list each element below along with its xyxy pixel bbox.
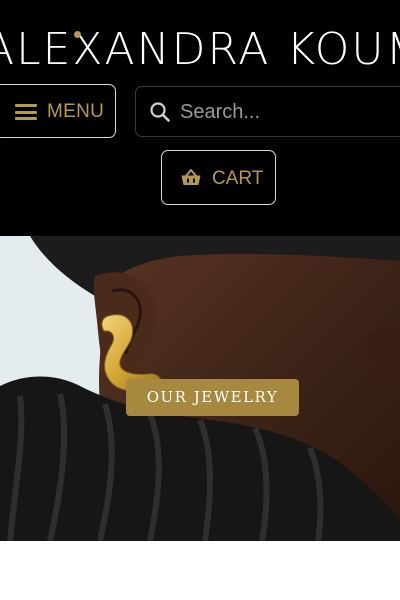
menu-label: MENU <box>47 101 105 122</box>
site-header: ALEXANDRA KOUMBA MENU CART <box>0 0 400 236</box>
logo-dot <box>74 31 81 38</box>
cart-label: CART <box>212 168 264 189</box>
search-icon <box>150 102 170 122</box>
search-input[interactable] <box>180 96 400 128</box>
menu-button[interactable]: MENU <box>0 84 116 138</box>
basket-icon <box>181 169 201 185</box>
cart-button[interactable]: CART <box>161 150 276 205</box>
brand-logo[interactable]: ALEXANDRA KOUMBA <box>0 22 400 78</box>
search-box[interactable] <box>135 86 400 137</box>
hamburger-icon <box>15 104 37 120</box>
our-jewelry-button[interactable]: OUR JEWELRY <box>126 379 299 416</box>
